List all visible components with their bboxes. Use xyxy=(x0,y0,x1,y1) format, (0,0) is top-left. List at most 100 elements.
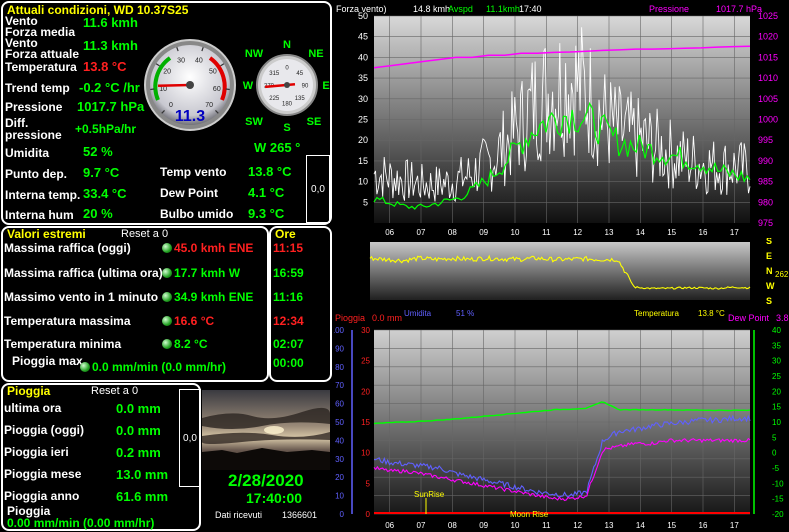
y-tick-label: 40 xyxy=(358,52,368,62)
y2-tick-label: 1000 xyxy=(758,115,778,125)
y2-tick-label: 1025 xyxy=(758,11,778,21)
compass-n: N xyxy=(283,39,291,51)
interna-value: 33.4 °C xyxy=(83,186,127,201)
y-tick-label-rain: 15 xyxy=(361,418,370,427)
vento2-value: 11.3 kmh xyxy=(83,38,138,53)
diff2-label: pressione xyxy=(5,128,62,142)
x-tick-label: 07 xyxy=(417,228,426,237)
moonrise-label: Moon Rise xyxy=(510,510,549,519)
x-tick-label: 13 xyxy=(605,521,614,530)
rain-row-value: 61.6 mm xyxy=(116,489,169,504)
rain-box-value: 0,0 xyxy=(183,432,197,444)
extreme-label: Temperatura massima xyxy=(4,314,131,328)
y-tick-label-humidity: 20 xyxy=(335,473,344,482)
rain-reset-button[interactable]: Reset a 0 xyxy=(91,385,138,397)
dati-value: 1366601 xyxy=(282,510,318,520)
y2-tick-label: 35 xyxy=(772,341,781,350)
y2-tick-label: -20 xyxy=(772,510,784,519)
mid-chart-label: 13.8 °C xyxy=(698,309,725,318)
dew-value: 4.1 °C xyxy=(248,185,285,200)
compass-tick-label: 45 xyxy=(296,71,303,77)
y2-tick-label: 15 xyxy=(772,403,781,412)
umidita-value: 52 % xyxy=(83,144,113,159)
y2-tick-label: -5 xyxy=(772,464,780,473)
x-tick-label: 12 xyxy=(573,521,582,530)
rain-row-label: Pioggia mese xyxy=(4,467,82,481)
y2-tick-label: 995 xyxy=(758,135,773,145)
mid-chart-label: Umidita xyxy=(404,309,432,318)
mid-compass-letter: N xyxy=(766,266,773,276)
gauge-tick-label: 10 xyxy=(159,86,167,93)
y-tick-label-rain: 25 xyxy=(361,357,370,366)
rain-row-value: 0.0 mm xyxy=(116,423,161,438)
extreme-time: 02:07 xyxy=(273,337,304,351)
x-tick-label: 08 xyxy=(448,228,457,237)
y-tick-label: 25 xyxy=(358,115,368,125)
y-tick-label: 35 xyxy=(358,73,368,83)
y-tick-label-humidity: 70 xyxy=(335,381,344,390)
status-time: 17:40:00 xyxy=(246,490,303,506)
y-tick-label-humidity: 100 xyxy=(334,326,345,335)
sunrise-label: SunRise xyxy=(414,490,445,499)
y2-tick-label: -15 xyxy=(772,495,784,504)
y-tick-label: 10 xyxy=(358,177,368,187)
y-tick-label: 30 xyxy=(358,94,368,104)
y-tick-label: 5 xyxy=(363,197,368,207)
current-box-value: 0,0 xyxy=(311,183,325,195)
plot-area xyxy=(370,242,750,300)
status-led-icon xyxy=(162,339,172,349)
x-tick-label: 16 xyxy=(699,228,708,237)
y-tick-label-rain: 5 xyxy=(366,479,371,488)
tempvento-label: Temp vento xyxy=(160,165,227,179)
y-tick-label-rain: 30 xyxy=(361,326,370,335)
x-tick-label: 17 xyxy=(730,521,739,530)
pressione-value: 1017.7 hPa xyxy=(77,99,145,114)
y2-tick-label: 5 xyxy=(772,433,777,442)
rain-row-label: Pioggia (oggi) xyxy=(4,423,84,437)
y2-tick-label: 1005 xyxy=(758,94,778,104)
status-led-icon xyxy=(80,362,90,372)
status-date: 2/28/2020 xyxy=(228,471,304,490)
wind-direction-value: W 265 ° xyxy=(254,140,301,155)
rain-row-value: 0.2 mm xyxy=(116,445,161,460)
gauge-readout: 11.3 xyxy=(175,108,205,125)
extremes-title: Valori estremi xyxy=(7,227,86,241)
gauge-tick-label: 60 xyxy=(213,86,221,93)
rain-row-label: Pioggia anno xyxy=(4,489,80,503)
y-tick-label: 15 xyxy=(358,156,368,166)
x-tick-label: 06 xyxy=(385,228,394,237)
y2-tick-label: 30 xyxy=(772,357,781,366)
wind-compass: 04590135180225270315 N NE E SE S SW W NW xyxy=(243,39,330,133)
y-tick-label-humidity: 30 xyxy=(335,455,344,464)
x-tick-label: 17 xyxy=(730,228,739,237)
wind-pressure-chart: 5101520253035404550975980985990995100010… xyxy=(358,11,778,237)
compass-tick-label: 225 xyxy=(269,96,280,102)
y2-tick-label: 990 xyxy=(758,156,773,166)
temp-humidity-chart: 0102030405060708090100051015202530-20-15… xyxy=(334,326,784,530)
mid-chart-label: Temperatura xyxy=(634,309,679,318)
x-tick-label: 13 xyxy=(605,228,614,237)
extremes-reset-button[interactable]: Reset a 0 xyxy=(121,228,168,240)
status-led-icon xyxy=(162,268,172,278)
punto-value: 9.7 °C xyxy=(83,165,120,180)
gauge-tick-label: 0 xyxy=(169,102,173,109)
hum-value: 20 % xyxy=(83,206,113,221)
status-led-icon xyxy=(162,243,172,253)
x-tick-label: 11 xyxy=(542,228,551,237)
interna-label: Interna temp. xyxy=(5,188,81,202)
dew-label: Dew Point xyxy=(160,186,219,200)
extreme-time: 11:15 xyxy=(273,241,304,255)
compass-e: E xyxy=(322,80,329,92)
y-tick-label: 50 xyxy=(358,11,368,21)
mid-compass-letter: W xyxy=(766,281,775,291)
y-tick-label-humidity: 60 xyxy=(335,400,344,409)
y-tick-label-humidity: 50 xyxy=(335,418,344,427)
x-tick-label: 14 xyxy=(636,228,645,237)
status-led-icon xyxy=(162,316,172,326)
wind-speed-gauge: 0 10 20 30 40 50 60 70 11.3 xyxy=(144,39,236,131)
x-tick-label: 14 xyxy=(636,521,645,530)
gauge-tick-label: 30 xyxy=(177,58,185,65)
dati-label: Dati ricevuti xyxy=(215,510,263,520)
extreme-value: 16.6 °C xyxy=(174,314,215,328)
y2-tick-label: 1015 xyxy=(758,52,778,62)
